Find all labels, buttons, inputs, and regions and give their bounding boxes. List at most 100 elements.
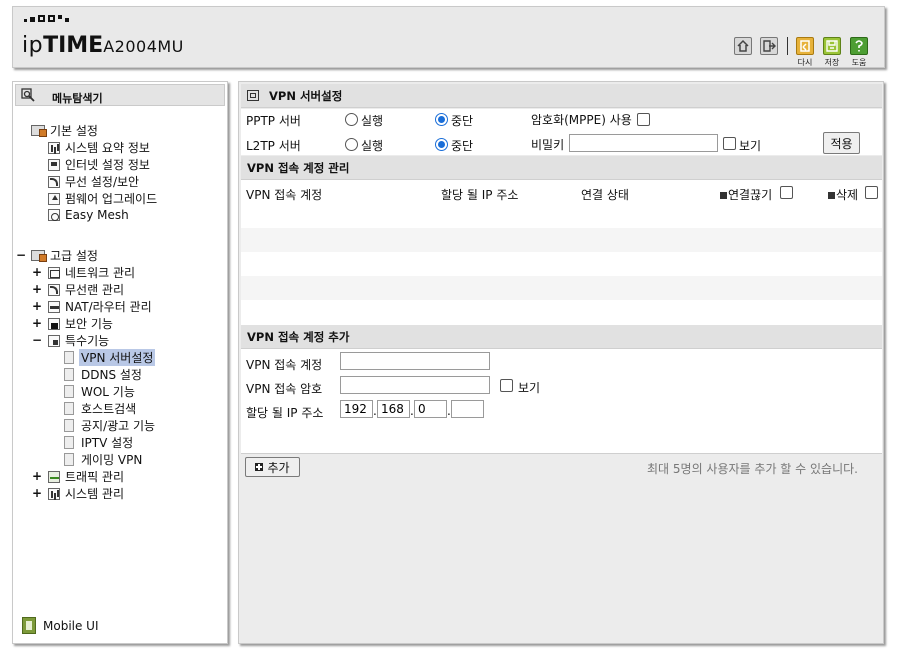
l2tp-run-radio[interactable]	[345, 138, 358, 151]
add-account-header: VPN 접속 계정 추가	[241, 325, 882, 349]
pptp-stop-label: 중단	[451, 114, 474, 128]
tree-item-wol[interactable]: WOL 기능	[64, 384, 135, 399]
add-ip-label: 할당 될 IP 주소	[246, 406, 324, 420]
tree-item-label: 호스트검색	[81, 402, 137, 416]
delete-all-checkbox[interactable]	[865, 186, 878, 199]
tree-item-system[interactable]: 시스템 관리	[48, 486, 124, 501]
pptp-stop-radio[interactable]	[435, 113, 448, 126]
ip-octet-3[interactable]	[414, 400, 447, 418]
mobile-ui-link[interactable]: Mobile UI	[22, 617, 99, 634]
secret-key-label: 비밀키	[531, 138, 565, 152]
add-account-input[interactable]	[340, 352, 490, 370]
tree-item-easy-mesh[interactable]: Easy Mesh	[48, 207, 129, 222]
divider	[241, 453, 882, 454]
mesh-icon	[48, 208, 60, 221]
col-ip: 할당 될 IP 주소	[441, 188, 519, 202]
tree-item-label: 트래픽 관리	[65, 470, 125, 484]
tree-item-network[interactable]: 네트워크 관리	[48, 265, 135, 280]
menu-explorer: 메뉴탐색기 기본 설정 시스템 요약 정보 인터넷 설정 정보 무선 설정/보안…	[12, 81, 228, 644]
tree-basic-settings[interactable]: 기본 설정	[31, 123, 98, 138]
add-button[interactable]: 추가	[245, 457, 300, 477]
pptp-label: PPTP 서버	[246, 114, 301, 128]
add-account-label: VPN 접속 계정	[246, 358, 323, 372]
tree-advanced-settings-label: 고급 설정	[50, 249, 98, 263]
tree-item-label: 무선랜 관리	[65, 283, 125, 297]
tree-item-system-summary[interactable]: 시스템 요약 정보	[48, 140, 150, 155]
toggle-icon	[720, 192, 727, 199]
plus-icon	[255, 463, 264, 471]
tree-item-label: 시스템 관리	[65, 487, 125, 501]
page-title-bar: VPN 서버설정	[241, 84, 882, 108]
tree-toggle-collapse[interactable]: −	[16, 248, 26, 262]
tree-item-label: DDNS 설정	[81, 368, 142, 382]
tree-basic-settings-label: 기본 설정	[50, 124, 98, 138]
system-icon	[48, 487, 60, 500]
page-icon	[64, 385, 74, 398]
logout-icon[interactable]	[760, 37, 778, 55]
tree-item-vpn-server[interactable]: VPN 서버설정	[64, 349, 156, 366]
l2tp-run-label: 실행	[361, 139, 384, 153]
toolbar-divider	[787, 37, 788, 55]
tree-item-gaming-vpn[interactable]: 게이밍 VPN	[64, 452, 142, 467]
tree-item-ddns[interactable]: DDNS 설정	[64, 367, 142, 382]
table-row	[241, 300, 882, 324]
tree-item-iptv[interactable]: IPTV 설정	[64, 435, 133, 450]
help-icon[interactable]	[850, 37, 868, 55]
tree-item-nat-router[interactable]: NAT/라우터 관리	[48, 299, 152, 314]
tree-item-notice-ad[interactable]: 공지/광고 기능	[64, 418, 155, 433]
accounts-section-header: VPN 접속 계정 관리	[241, 156, 882, 180]
password-show-checkbox[interactable]	[500, 379, 513, 392]
add-button-label: 추가	[267, 460, 290, 475]
pptp-run-radio[interactable]	[345, 113, 358, 126]
tree-item-host-scan[interactable]: 호스트검색	[64, 401, 136, 416]
traffic-icon	[48, 470, 60, 483]
tree-item-special[interactable]: 특수기능	[48, 333, 109, 348]
l2tp-stop-label: 중단	[451, 139, 474, 153]
home-icon[interactable]	[734, 37, 752, 55]
secret-key-input[interactable]	[569, 134, 718, 152]
tree-item-label: VPN 서버설정	[79, 349, 156, 366]
ip-octet-1[interactable]	[340, 400, 373, 418]
page-icon	[64, 402, 74, 415]
tree-item-wireless-security[interactable]: 무선 설정/보안	[48, 174, 139, 189]
add-account-form	[241, 349, 882, 453]
logo-mark	[24, 15, 69, 22]
brand-logo: ipTIMEA2004MU	[22, 33, 184, 58]
mppe-checkbox[interactable]	[637, 113, 650, 126]
tree-item-label: Easy Mesh	[65, 207, 129, 222]
l2tp-stop-radio[interactable]	[435, 138, 448, 151]
add-password-input[interactable]	[340, 376, 490, 394]
tree-toggle-expand[interactable]: +	[32, 282, 42, 296]
tree-toggle-expand[interactable]: +	[32, 316, 42, 330]
col-disconnect-label: 연결끊기	[728, 188, 773, 202]
tree-toggle-expand[interactable]: +	[32, 265, 42, 279]
tree-toggle-collapse[interactable]: −	[32, 333, 42, 347]
secret-show-checkbox[interactable]	[723, 137, 736, 150]
tree-toggle-expand[interactable]: +	[32, 299, 42, 313]
tree-item-traffic[interactable]: 트래픽 관리	[48, 469, 124, 484]
folder-icon	[31, 125, 47, 137]
model-name: A2004MU	[103, 37, 184, 56]
tree-item-label: 게이밍 VPN	[81, 453, 143, 467]
col-disconnect: 연결끊기	[720, 186, 772, 203]
ip-octet-2[interactable]	[377, 400, 410, 418]
tree-item-firmware-upgrade[interactable]: 펌웨어 업그레이드	[48, 191, 157, 206]
tree-item-internet-info[interactable]: 인터넷 설정 정보	[48, 157, 150, 172]
tree-toggle-expand[interactable]: +	[32, 486, 42, 500]
tree-toggle-expand[interactable]: +	[32, 469, 42, 483]
toggle-icon	[828, 192, 835, 199]
tree-item-label: 공지/광고 기능	[81, 419, 156, 433]
tree-item-security[interactable]: 보안 기능	[48, 316, 113, 331]
restart-icon[interactable]	[796, 37, 814, 55]
network-icon	[48, 266, 60, 279]
secret-show-label: 보기	[739, 139, 762, 153]
tree-item-wireless-lan[interactable]: 무선랜 관리	[48, 282, 124, 297]
table-row	[241, 276, 882, 300]
tree-item-label: 무선 설정/보안	[65, 175, 140, 189]
save-icon[interactable]	[823, 37, 841, 55]
ip-octet-4[interactable]	[451, 400, 484, 418]
disconnect-all-checkbox[interactable]	[780, 186, 793, 199]
tree-advanced-settings[interactable]: 고급 설정	[31, 248, 98, 263]
apply-button[interactable]: 적용	[823, 132, 860, 154]
tree-item-label: 시스템 요약 정보	[65, 141, 150, 155]
